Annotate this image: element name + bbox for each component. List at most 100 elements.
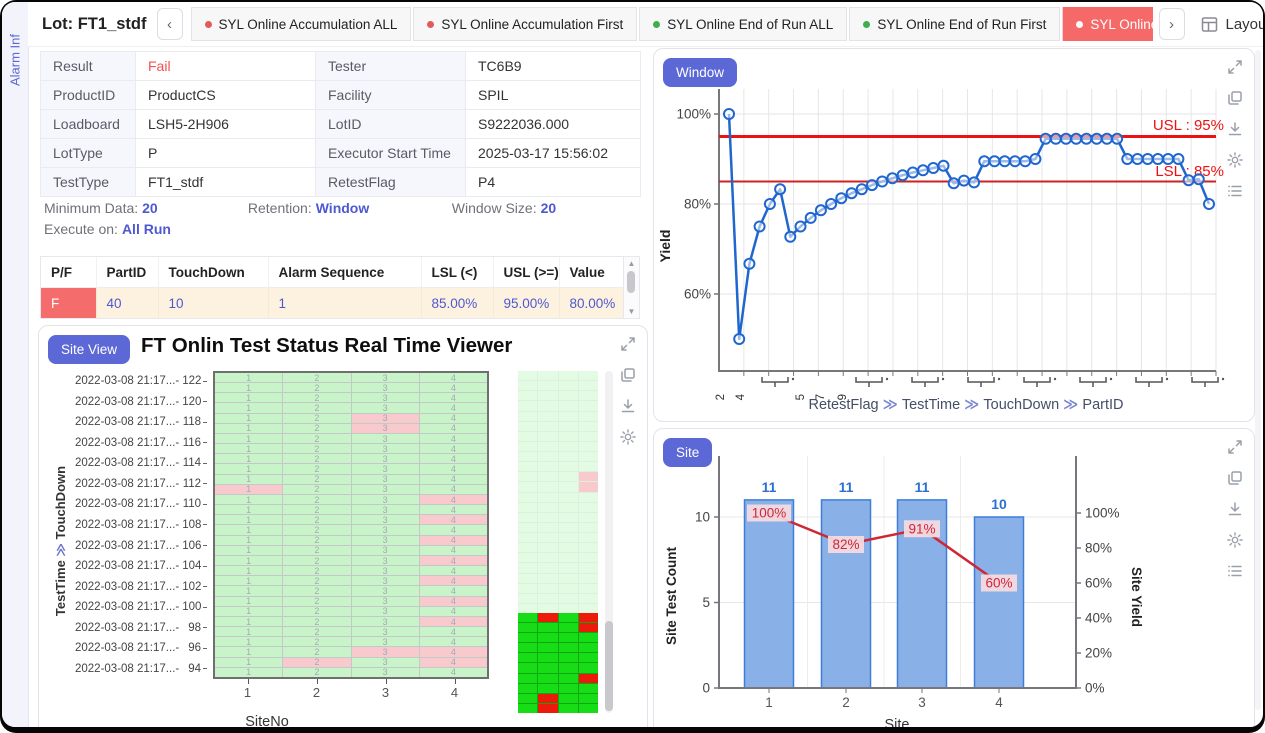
heatmap-cell[interactable]: 2 (283, 576, 350, 585)
mini-heatmap-cell[interactable] (559, 493, 578, 502)
mini-heatmap-cell[interactable] (559, 381, 578, 390)
mini-heatmap-cell[interactable] (579, 452, 598, 461)
heatmap-cell[interactable]: 4 (420, 444, 487, 453)
heatmap-cell[interactable]: 1 (215, 637, 282, 646)
heatmap-cell[interactable]: 1 (215, 627, 282, 636)
heatmap-cell[interactable]: 1 (215, 546, 282, 555)
mini-heatmap-cell[interactable] (518, 543, 537, 552)
copy-icon[interactable] (1226, 89, 1244, 107)
tab-3[interactable]: SYL Online End of Run First (849, 7, 1060, 41)
heatmap-cell[interactable]: 2 (283, 464, 350, 473)
heatmap-cell[interactable]: 2 (283, 383, 350, 392)
mini-heatmap-cell[interactable] (559, 401, 578, 410)
heatmap-cell[interactable]: 2 (283, 505, 350, 514)
heatmap-cell[interactable]: 2 (283, 627, 350, 636)
mini-heatmap-cell[interactable] (538, 401, 557, 410)
heatmap-cell[interactable]: 2 (283, 495, 350, 504)
heatmap-cell[interactable]: 4 (420, 617, 487, 626)
app-scrollbar[interactable] (1255, 50, 1261, 710)
mini-heatmap-cell[interactable] (579, 633, 598, 642)
mini-heatmap-cell[interactable] (518, 401, 537, 410)
mini-heatmap-cell[interactable] (559, 604, 578, 613)
mini-heatmap-cell[interactable] (538, 613, 557, 622)
heatmap-cell[interactable]: 1 (215, 444, 282, 453)
heatmap-cell[interactable]: 4 (420, 454, 487, 463)
heatmap-cell[interactable]: 2 (283, 414, 350, 423)
heatmap-cell[interactable]: 1 (215, 414, 282, 423)
tab-1[interactable]: SYL Online Accumulation First (413, 7, 637, 41)
download-icon[interactable] (1226, 120, 1244, 138)
heatmap-cell[interactable]: 3 (352, 464, 419, 473)
heatmap-cell[interactable]: 1 (215, 658, 282, 667)
heatmap-cell[interactable]: 2 (283, 566, 350, 575)
mini-heatmap-cell[interactable] (559, 452, 578, 461)
mini-heatmap-cell[interactable] (538, 513, 557, 522)
mini-heatmap-cell[interactable] (538, 553, 557, 562)
heatmap-cell[interactable]: 2 (283, 444, 350, 453)
mini-heatmap-cell[interactable] (579, 553, 598, 562)
mini-heatmap-cell[interactable] (518, 513, 537, 522)
mini-heatmap-history[interactable] (518, 371, 598, 613)
mini-heatmap-cell[interactable] (518, 574, 537, 583)
mini-heatmap-cell[interactable] (518, 432, 537, 441)
heatmap-cell[interactable]: 1 (215, 424, 282, 433)
heatmap-cell[interactable]: 1 (215, 525, 282, 534)
mini-heatmap-cell[interactable] (538, 623, 557, 632)
mini-heatmap-cell[interactable] (559, 674, 578, 683)
mini-heatmap-cell[interactable] (538, 381, 557, 390)
heatmap-cell[interactable]: 4 (420, 434, 487, 443)
layout-button[interactable]: Layout (1201, 16, 1264, 33)
mini-heatmap-cell[interactable] (518, 684, 537, 693)
heatmap-cell[interactable]: 2 (283, 617, 350, 626)
scrollbar-thumb[interactable] (627, 271, 635, 293)
mini-heatmap-cell[interactable] (559, 684, 578, 693)
mini-heatmap-cell[interactable] (559, 412, 578, 421)
mini-heatmap-cell[interactable] (538, 694, 557, 703)
heatmap-cell[interactable]: 3 (352, 403, 419, 412)
mini-heatmap-cell[interactable] (579, 523, 598, 532)
mini-heatmap-cell[interactable] (579, 623, 598, 632)
heatmap-cell[interactable]: 2 (283, 536, 350, 545)
mini-heatmap-cell[interactable] (538, 604, 557, 613)
mini-heatmap-cell[interactable] (579, 503, 598, 512)
mini-heatmap-cell[interactable] (579, 381, 598, 390)
heatmap-cell[interactable]: 2 (283, 597, 350, 606)
heatmap-cell[interactable]: 1 (215, 515, 282, 524)
heatmap-cell[interactable]: 2 (283, 586, 350, 595)
mini-heatmap-cell[interactable] (518, 493, 537, 502)
mini-heatmap-cell[interactable] (538, 412, 557, 421)
gear-icon[interactable] (1226, 531, 1244, 549)
heatmap-cell[interactable]: 4 (420, 576, 487, 585)
heatmap-cell[interactable]: 3 (352, 556, 419, 565)
mini-heatmap-cell[interactable] (559, 574, 578, 583)
mini-heatmap-cell[interactable] (518, 563, 537, 572)
heatmap-cell[interactable]: 4 (420, 485, 487, 494)
heatmap-cell[interactable]: 3 (352, 586, 419, 595)
mini-heatmap-cell[interactable] (518, 613, 537, 622)
heatmap-cell[interactable]: 3 (352, 454, 419, 463)
alarm-table-scrollbar[interactable]: ▲ ▼ (623, 257, 639, 318)
heatmap-cell[interactable]: 3 (352, 668, 419, 677)
heatmap-cell[interactable]: 3 (352, 444, 419, 453)
heatmap-cell[interactable]: 2 (283, 373, 350, 382)
mini-heatmap-cell[interactable] (559, 442, 578, 451)
mini-heatmap-cell[interactable] (518, 412, 537, 421)
scroll-down-icon[interactable]: ▼ (624, 307, 639, 316)
heatmap-cell[interactable]: 4 (420, 607, 487, 616)
mini-heatmap-cell[interactable] (559, 563, 578, 572)
mini-heatmap-cell[interactable] (559, 653, 578, 662)
mini-heatmap-cell[interactable] (518, 523, 537, 532)
heatmap-cell[interactable]: 2 (283, 434, 350, 443)
mini-heatmap-cell[interactable] (518, 381, 537, 390)
mini-heatmap-cell[interactable] (538, 543, 557, 552)
heatmap-cell[interactable]: 4 (420, 566, 487, 575)
heatmap-cell[interactable]: 3 (352, 647, 419, 656)
mini-heatmap-cell[interactable] (559, 462, 578, 471)
heatmap-cell[interactable]: 3 (352, 495, 419, 504)
heatmap-cell[interactable]: 3 (352, 485, 419, 494)
heatmap-cell[interactable]: 3 (352, 566, 419, 575)
heatmap-cell[interactable]: 2 (283, 403, 350, 412)
mini-heatmap-cell[interactable] (538, 432, 557, 441)
mini-heatmap-cell[interactable] (559, 513, 578, 522)
mini-heatmap-cell[interactable] (538, 674, 557, 683)
